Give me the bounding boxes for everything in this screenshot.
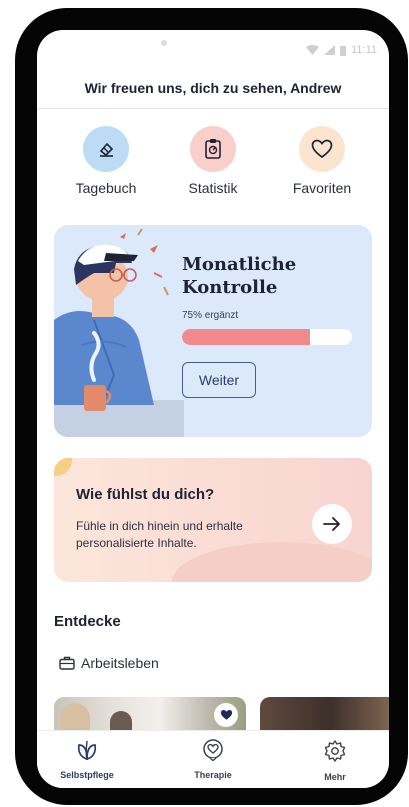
status-time: 11:11 bbox=[351, 44, 377, 56]
statistik-icon-circle bbox=[190, 126, 236, 172]
pencil-eraser-icon bbox=[99, 142, 114, 157]
leaf-icon bbox=[77, 740, 97, 761]
tab-therapie[interactable]: Therapie bbox=[163, 739, 263, 780]
quick-action-label: Favoriten bbox=[292, 180, 352, 196]
battery-icon bbox=[340, 45, 347, 56]
quick-action-tagebuch[interactable]: Tagebuch bbox=[61, 126, 151, 196]
discover-title: Entdecke bbox=[54, 613, 121, 630]
progress-label: 75% ergänzt bbox=[182, 310, 239, 321]
monthly-check-card[interactable]: Monatliche Kontrolle 75% ergänzt Weiter bbox=[54, 225, 372, 437]
tab-label: Mehr bbox=[324, 772, 346, 782]
topic-arbeitsleben[interactable]: Arbeitsleben bbox=[59, 655, 159, 671]
favoriten-icon-circle bbox=[299, 126, 345, 172]
tagebuch-icon-circle bbox=[83, 126, 129, 172]
app-screen: 11:11 Wir freuen uns, dich zu sehen, And… bbox=[37, 30, 389, 788]
progress-bar-fill bbox=[182, 329, 310, 345]
heart-bubble-icon bbox=[203, 739, 223, 762]
signal-icon bbox=[324, 45, 336, 55]
gear-icon bbox=[324, 740, 346, 762]
quick-action-label: Tagebuch bbox=[75, 180, 137, 196]
quick-action-statistik[interactable]: Statistik bbox=[168, 126, 258, 196]
quick-action-favoriten[interactable]: Favoriten bbox=[277, 126, 367, 196]
status-icons: 11:11 bbox=[306, 44, 377, 56]
monthly-check-title: Monatliche Kontrolle bbox=[182, 253, 362, 299]
progress-bar bbox=[182, 329, 352, 345]
mood-card-text: Fühle in dich hinein und erhalte persona… bbox=[76, 519, 243, 550]
continue-button[interactable]: Weiter bbox=[182, 362, 256, 398]
wifi-icon bbox=[306, 45, 320, 55]
header-divider bbox=[37, 108, 389, 109]
arrow-right-icon bbox=[323, 517, 340, 531]
heart-icon bbox=[311, 139, 333, 159]
tab-mehr[interactable]: Mehr bbox=[285, 739, 385, 782]
monthly-check-title-line2: Kontrolle bbox=[182, 277, 278, 298]
monthly-check-title-line1: Monatliche bbox=[182, 254, 297, 275]
quick-action-label: Statistik bbox=[188, 180, 238, 196]
clipboard-stats-icon bbox=[205, 139, 221, 159]
mood-card-title: Wie fühlst du dich? bbox=[76, 486, 215, 503]
favorite-toggle[interactable] bbox=[214, 703, 238, 727]
decorative-blob bbox=[54, 458, 72, 476]
greeting-title: Wir freuen uns, dich zu sehen, Andrew bbox=[84, 80, 342, 96]
topic-label: Arbeitsleben bbox=[81, 655, 159, 671]
front-camera bbox=[161, 40, 167, 46]
mood-check-card[interactable]: Wie fühlst du dich? Fühle in dich hinein… bbox=[54, 458, 372, 582]
heart-filled-icon bbox=[220, 709, 232, 720]
person-drinking-illustration bbox=[54, 228, 184, 437]
tab-label: Selbstpflege bbox=[60, 770, 114, 780]
tab-label: Therapie bbox=[194, 770, 232, 780]
briefcase-icon bbox=[59, 656, 75, 670]
mood-card-arrow-button[interactable] bbox=[312, 504, 352, 544]
bottom-tab-bar: Selbstpflege Therapie Mehr bbox=[37, 730, 389, 788]
status-bar: 11:11 bbox=[37, 30, 389, 70]
tab-selbstpflege[interactable]: Selbstpflege bbox=[37, 739, 137, 780]
